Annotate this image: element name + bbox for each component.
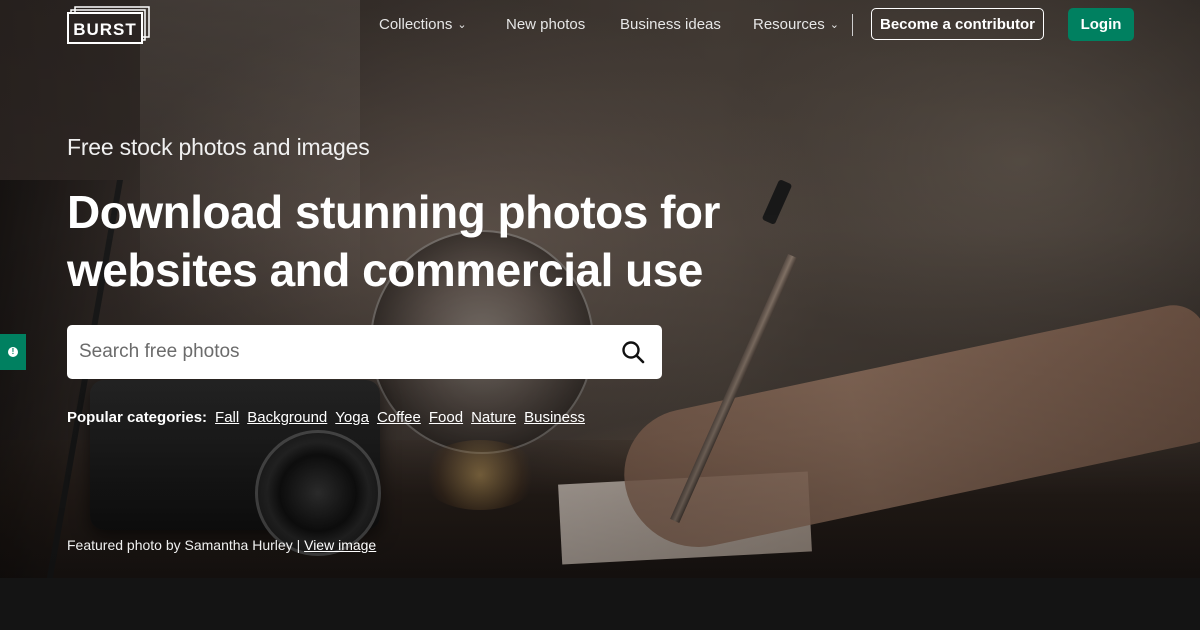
logo-text: BURST — [73, 20, 137, 39]
category-link-nature[interactable]: Nature — [471, 409, 516, 426]
page-bottom-band — [0, 578, 1200, 630]
search-form — [67, 325, 662, 379]
photo-credit: Featured photo by Samantha Hurley | View… — [67, 537, 376, 553]
nav-new-photos[interactable]: New photos — [506, 16, 585, 33]
search-icon — [622, 341, 645, 364]
site-header: BURST Collections ⌄ New photos Business … — [0, 0, 1200, 50]
search-button[interactable] — [610, 329, 656, 375]
hero-headline: Download stunning photos for websites an… — [67, 186, 720, 296]
popular-categories: Popular categories: Fall Background Yoga… — [67, 409, 593, 426]
category-link-business[interactable]: Business — [524, 409, 585, 426]
photo-credit-text: Featured photo by Samantha Hurley | — [67, 537, 301, 553]
nav-new-photos-label: New photos — [506, 16, 586, 33]
nav-divider — [852, 14, 853, 36]
burst-logo[interactable]: BURST — [67, 6, 150, 44]
feedback-icon: ! — [8, 347, 18, 357]
category-link-coffee[interactable]: Coffee — [377, 409, 421, 426]
chevron-down-icon: ⌄ — [829, 19, 839, 31]
feedback-tab[interactable]: ! — [0, 334, 26, 370]
nav-business-ideas-label: Business ideas — [620, 16, 721, 33]
become-contributor-button[interactable]: Become a contributor — [871, 8, 1044, 40]
search-input[interactable] — [67, 325, 610, 379]
login-button[interactable]: Login — [1068, 8, 1134, 41]
nav-business-ideas[interactable]: Business ideas — [620, 16, 721, 33]
view-image-link[interactable]: View image — [304, 537, 376, 553]
nav-resources[interactable]: Resources ⌄ — [753, 16, 839, 33]
category-link-background[interactable]: Background — [247, 409, 327, 426]
nav-collections[interactable]: Collections ⌄ — [379, 16, 467, 33]
nav-collections-label: Collections — [379, 16, 453, 33]
logo-mark: BURST — [67, 6, 150, 44]
category-link-yoga[interactable]: Yoga — [335, 409, 369, 426]
chevron-down-icon: ⌄ — [457, 19, 467, 31]
nav-resources-label: Resources — [753, 16, 825, 33]
popular-categories-label: Popular categories: — [67, 409, 208, 426]
category-link-fall[interactable]: Fall — [215, 409, 239, 426]
category-link-food[interactable]: Food — [429, 409, 463, 426]
hero-eyebrow: Free stock photos and images — [67, 134, 370, 160]
